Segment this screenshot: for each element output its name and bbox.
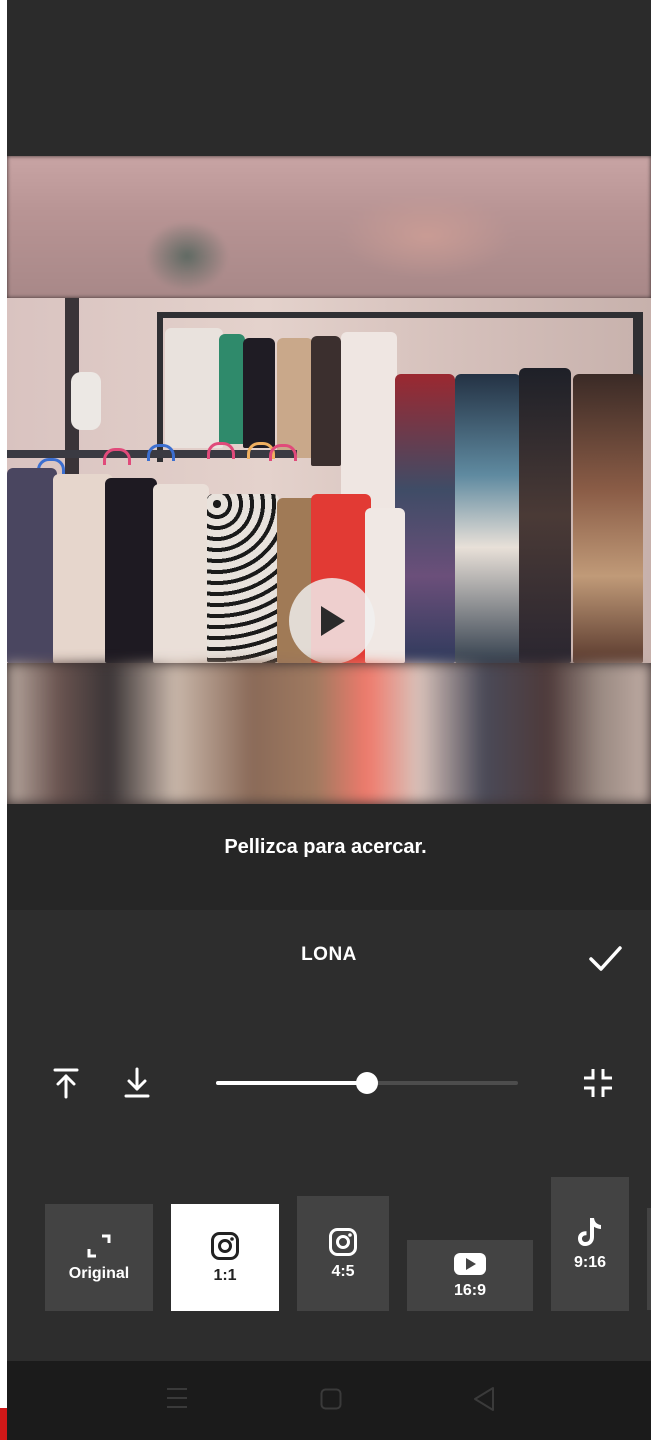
hanger (103, 448, 131, 465)
garment (219, 334, 245, 444)
clothes-rail-back (157, 312, 637, 318)
align-top-button[interactable] (50, 1066, 82, 1100)
garment-brown (573, 374, 643, 663)
ratio-label: 9:16 (573, 1254, 607, 1271)
system-nav-bar (7, 1361, 651, 1440)
fit-to-frame-button[interactable] (581, 1066, 615, 1100)
menu-icon (167, 1388, 187, 1408)
garment (277, 338, 313, 458)
slider-thumb[interactable] (356, 1072, 378, 1094)
top-empty-area (7, 0, 651, 156)
slider-fill (216, 1081, 367, 1085)
garment-leopard (207, 494, 279, 663)
ratio-original-button[interactable]: Original (45, 1204, 153, 1311)
align-bottom-icon (124, 1067, 150, 1098)
ratio-label: 1:1 (213, 1266, 237, 1284)
tiktok-icon (578, 1218, 601, 1246)
play-button[interactable] (289, 578, 375, 663)
canvas-panel: LONA Original 1:1 4:5 16:9 9:16 (7, 910, 651, 1361)
checkmark-icon (589, 946, 622, 971)
hanger (269, 444, 297, 461)
align-bottom-button[interactable] (121, 1066, 153, 1100)
rail-post (157, 312, 163, 462)
menu-button[interactable] (165, 1385, 189, 1416)
garment-dark (519, 368, 571, 663)
garment (7, 468, 57, 663)
blurred-background-bottom (7, 663, 651, 804)
canvas-preview[interactable] (7, 156, 651, 804)
panel-title: LONA (301, 944, 357, 965)
garment (153, 484, 209, 663)
ratio-9-16-button[interactable]: 9:16 (551, 1177, 629, 1311)
instagram-icon (329, 1227, 357, 1256)
ratio-label: Original (68, 1264, 130, 1282)
align-top-icon (53, 1068, 79, 1099)
home-button[interactable] (320, 1388, 342, 1415)
garment (365, 508, 405, 663)
video-frame[interactable] (7, 298, 651, 663)
ratio-next-partial[interactable] (647, 1208, 651, 1310)
blurred-background-top (7, 156, 651, 298)
back-button[interactable] (472, 1386, 496, 1417)
pinch-zoom-hint: Pellizca para acercar. (224, 836, 427, 858)
youtube-icon (454, 1252, 486, 1275)
garment (243, 338, 275, 448)
hanger (207, 442, 235, 459)
ratio-label: 16:9 (453, 1281, 487, 1299)
edge-marker (0, 1408, 7, 1440)
confirm-button[interactable] (585, 938, 625, 978)
ratio-1-1-button[interactable]: 1:1 (171, 1204, 279, 1311)
garment (165, 328, 223, 448)
back-triangle-icon (474, 1387, 494, 1411)
zoom-slider[interactable] (216, 1068, 518, 1098)
price-tag (71, 372, 101, 430)
expand-corners-icon (87, 1234, 111, 1257)
collapse-corners-icon (584, 1069, 612, 1097)
square-icon (320, 1388, 342, 1410)
garment-patterned (455, 374, 521, 663)
garment (311, 336, 341, 466)
garment (105, 478, 157, 663)
hanger (147, 444, 175, 461)
ratio-16-9-button[interactable]: 16:9 (407, 1240, 533, 1311)
instagram-icon (211, 1231, 239, 1260)
garment (53, 474, 113, 663)
ratio-4-5-button[interactable]: 4:5 (297, 1196, 389, 1311)
screen-edge (0, 0, 7, 1440)
ratio-label: 4:5 (331, 1262, 355, 1280)
play-icon (321, 606, 345, 636)
